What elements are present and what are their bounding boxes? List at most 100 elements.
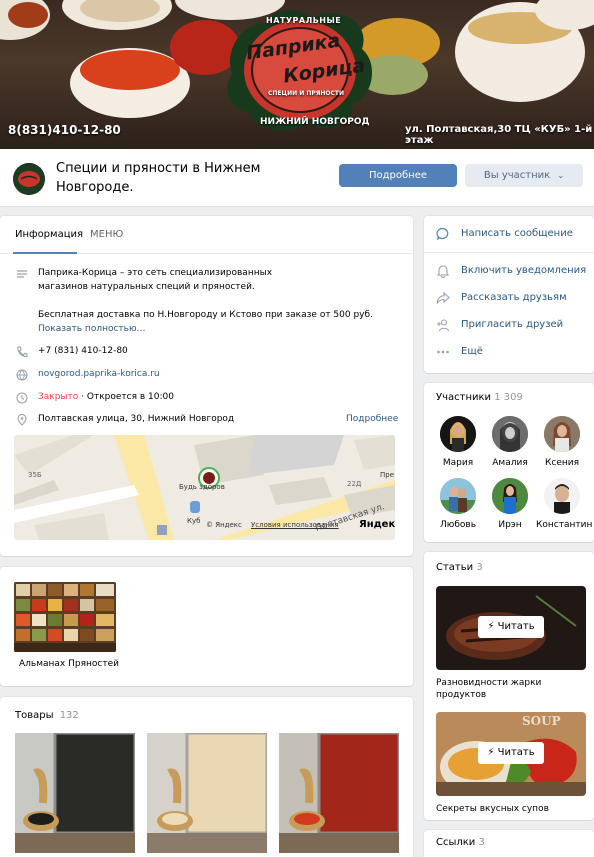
read-label: Читать (497, 621, 535, 632)
links-card: Ссылки 3 (424, 830, 594, 857)
cover-phone: 8(831)410-12-80 (8, 123, 121, 137)
send-message-label: Написать сообщение (461, 228, 573, 239)
phone-icon (17, 346, 28, 358)
info-tabs: Информация МЕНЮ (0, 216, 413, 254)
show-full-link[interactable]: Показать полностью… (38, 322, 146, 336)
avatar (544, 416, 580, 452)
member-button-label: Вы участник (483, 170, 551, 181)
article-title[interactable]: Секреты вкусных супов (436, 803, 586, 815)
yandex-logo: Яндекс (359, 519, 395, 530)
map-label: 22Д (347, 480, 362, 488)
status-closed: Закрыто (38, 392, 79, 402)
status-opens: · Откроется в 10:00 (81, 392, 174, 402)
links-title-label: Ссылки (436, 837, 476, 848)
member-item[interactable]: Мария (432, 416, 484, 468)
soup-overlay-text: SOUP (522, 714, 561, 728)
message-icon (436, 227, 449, 240)
member-photo (492, 416, 528, 452)
cover-city: НИЖНИЙ НОВГОРОД (260, 117, 370, 127)
map-poi-icon (190, 501, 200, 513)
articles-title[interactable]: Статьи 3 (436, 562, 483, 573)
spice-grid-image (14, 582, 116, 652)
delivery-text: Бесплатная доставка по Н.Новгороду и Кст… (38, 310, 373, 320)
avatar-logo-icon (13, 163, 45, 195)
member-item[interactable]: Ирэн (484, 478, 536, 530)
invite-label: Пригласить друзей (461, 319, 564, 330)
more-label: Ещё (461, 346, 483, 357)
member-item[interactable]: Ксения (536, 416, 588, 468)
member-name: Ирэн (498, 520, 522, 530)
articles-count: 3 (476, 562, 483, 573)
add-user-icon (437, 319, 450, 332)
member-photo (440, 478, 476, 514)
product-item[interactable] (15, 733, 135, 853)
avatar (492, 416, 528, 452)
page-title: Специи и пряности в Нижнем Новгороде. (56, 161, 261, 195)
info-card: Информация МЕНЮ Паприка-Корица – это сет… (0, 216, 413, 556)
article-item[interactable]: ⚡ Читать Разновидности жарки продуктов (436, 586, 586, 701)
article-title[interactable]: Разновидности жарки продуктов (436, 677, 586, 701)
product-item[interactable] (147, 733, 267, 853)
article-cover: ⚡ Читать (436, 586, 586, 670)
bell-icon (436, 265, 450, 278)
address-text: Полтавская улица, 30, Нижний Новгород (38, 414, 235, 424)
website-link[interactable]: novgorod.paprika-korica.ru (38, 367, 160, 381)
members-card: Участники 1 309 Мария Амалия Ксения Любо… (424, 383, 594, 542)
location-map[interactable]: Будь здоров Куб Пре 22Д 35Б Полтавская у… (14, 435, 395, 540)
avatar (440, 416, 476, 452)
share-icon (436, 291, 450, 304)
group-avatar[interactable] (13, 163, 45, 195)
address-more-link[interactable]: Подробнее (346, 412, 398, 426)
black-pepper-image (15, 733, 135, 853)
lightning-icon: ⚡ (487, 747, 495, 758)
member-photo (440, 416, 476, 452)
article-cover: SOUP ⚡ Читать (436, 712, 586, 796)
product-item[interactable] (279, 733, 399, 853)
member-name: Ксения (544, 458, 580, 468)
description-icon (17, 270, 27, 278)
members-title[interactable]: Участники 1 309 (436, 392, 523, 403)
member-name: Константин (536, 520, 593, 530)
member-photo (544, 478, 580, 514)
links-count: 3 (478, 837, 485, 848)
lightning-icon: ⚡ (487, 621, 495, 632)
group-cover: НАТУРАЛЬНЫЕ Паприка Корица СПЕЦИИ И ПРЯН… (0, 0, 594, 149)
more-icon (437, 350, 449, 354)
map-terms-link[interactable]: Условия использования (251, 521, 339, 529)
phone-number: +7 (831) 410-12-80 (38, 346, 128, 356)
member-name: Амалия (492, 458, 528, 468)
more-button[interactable]: Подробнее (339, 164, 457, 187)
album-cover[interactable] (14, 582, 116, 652)
member-item[interactable]: Константин (536, 478, 593, 530)
chevron-down-icon: ⌄ (557, 171, 565, 180)
active-tab-indicator (13, 252, 77, 254)
cover-spice (80, 50, 180, 90)
member-name: Мария (442, 458, 474, 468)
read-button[interactable]: ⚡ Читать (478, 616, 544, 638)
location-pin-icon (17, 414, 27, 426)
tab-menu[interactable]: МЕНЮ (90, 229, 123, 240)
map-zoom-icon[interactable] (157, 525, 167, 535)
links-title[interactable]: Ссылки 3 (436, 837, 485, 848)
member-item[interactable]: Амалия (484, 416, 536, 468)
goods-count: 132 (59, 710, 79, 721)
articles-card: Статьи 3 ⚡ Читать Разновидности жарки пр… (424, 552, 594, 820)
member-photo (544, 416, 580, 452)
avatar (544, 478, 580, 514)
map-label: Будь здоров (179, 483, 225, 491)
group-description: Паприка-Корица – это сеть специализирова… (38, 268, 273, 292)
paprika-image (279, 733, 399, 853)
map-label: Куб (187, 517, 201, 525)
cover-address: ул. Полтавская,30 ТЦ «КУБ» 1-й этаж (405, 124, 593, 146)
article-item[interactable]: SOUP ⚡ Читать Секреты вкусных супов (436, 712, 586, 815)
read-button[interactable]: ⚡ Читать (478, 742, 544, 764)
member-button[interactable]: Вы участник ⌄ (465, 164, 583, 187)
read-label: Читать (497, 747, 535, 758)
member-item[interactable]: Любовь (432, 478, 484, 530)
avatar (492, 478, 528, 514)
tab-information[interactable]: Информация (15, 229, 83, 240)
members-title-label: Участники (436, 392, 492, 403)
album-card: Альманах Пряностей (0, 567, 413, 686)
album-title[interactable]: Альманах Пряностей (19, 659, 119, 669)
cover-spice (8, 2, 48, 28)
